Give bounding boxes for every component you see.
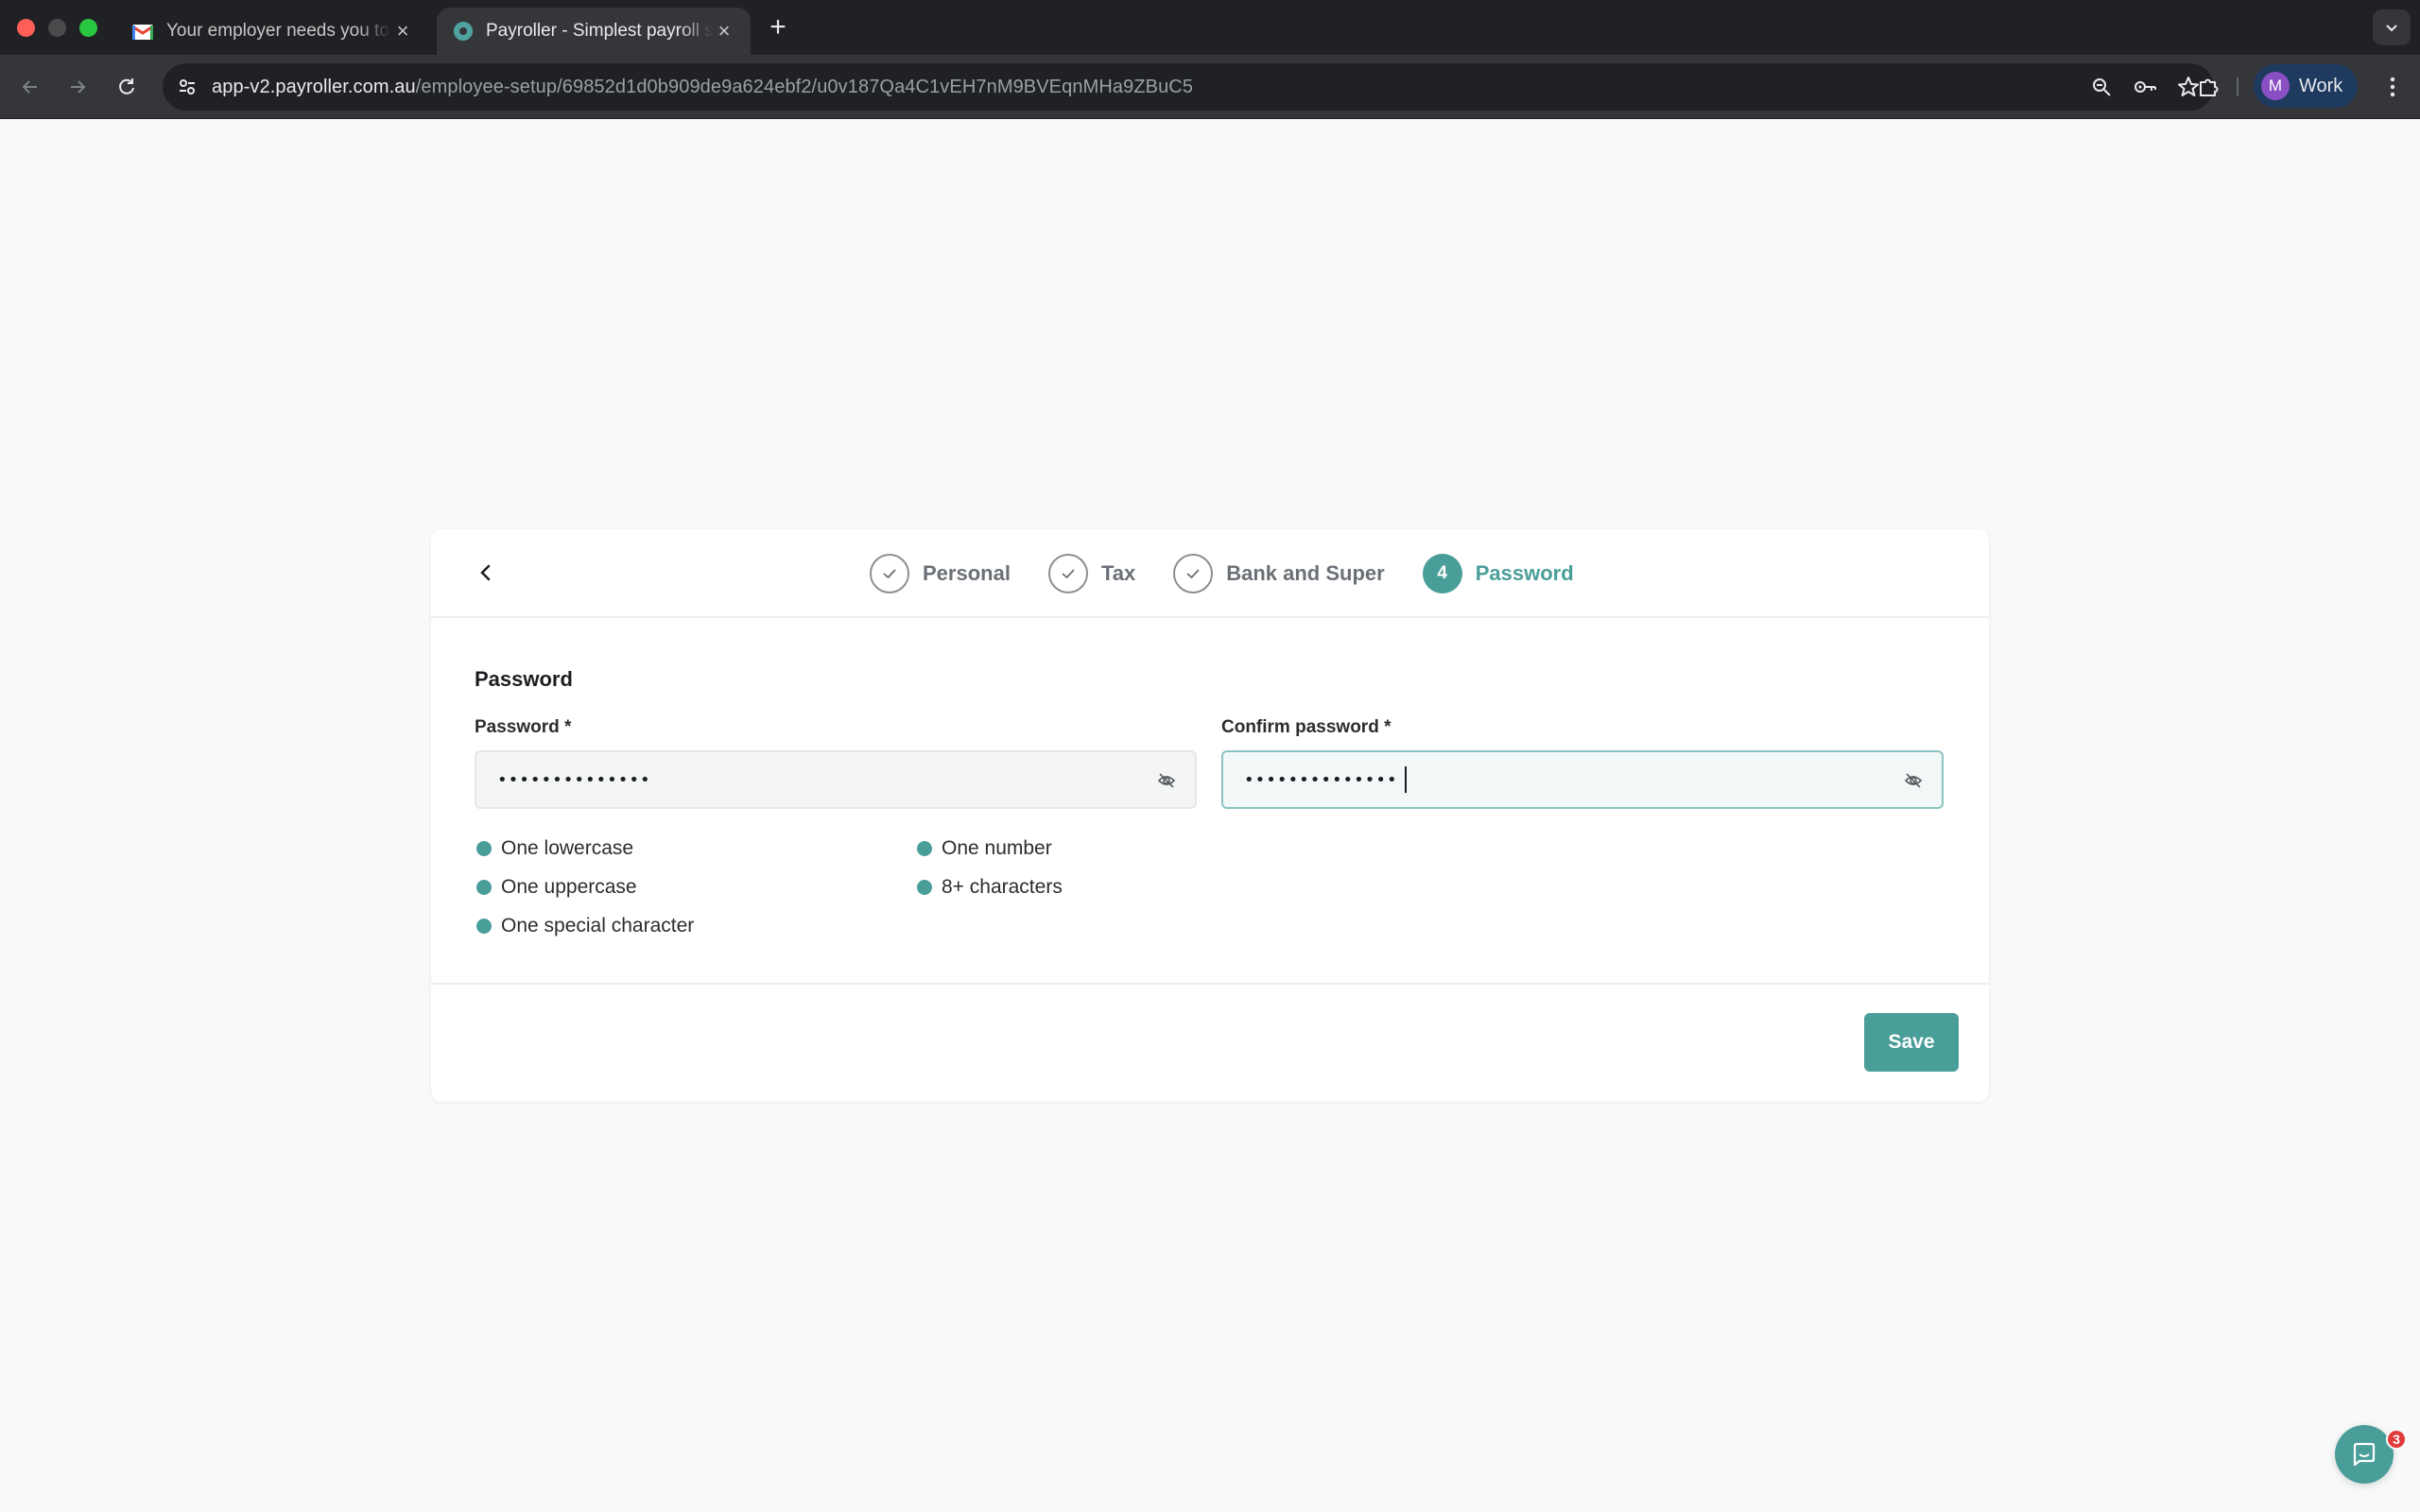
chevron-left-icon <box>480 564 491 581</box>
close-icon[interactable]: × <box>713 21 735 42</box>
step-number: 4 <box>1422 554 1462 593</box>
section-title: Password <box>475 667 573 691</box>
step-personal[interactable]: Personal <box>870 554 1011 593</box>
requirement-label: One special character <box>501 915 695 936</box>
check-icon <box>1173 554 1214 593</box>
requirement-label: 8+ characters <box>942 876 1063 898</box>
chevron-down-icon <box>2386 25 2397 32</box>
check-icon <box>870 554 909 593</box>
back-step-button[interactable] <box>469 556 503 590</box>
browser-toolbar: app-v2.payroller.com.au/employee-setup/6… <box>0 55 2420 119</box>
browser-tab-gmail[interactable]: Your employer needs you to fill × <box>115 8 429 55</box>
more-vertical-icon <box>2390 77 2395 97</box>
reload-icon <box>119 78 134 94</box>
gmail-icon <box>132 25 153 40</box>
confirm-password-input[interactable] <box>1244 769 1407 790</box>
profile-name: Work <box>2299 75 2343 96</box>
puzzle-icon <box>2200 78 2219 96</box>
save-button[interactable]: Save <box>1864 1013 1959 1072</box>
requirement-label: One lowercase <box>501 837 634 859</box>
reload-button[interactable] <box>108 68 146 106</box>
tab-search-button[interactable] <box>2373 9 2411 45</box>
url-text: app-v2.payroller.com.au/employee-setup/6… <box>212 77 1193 98</box>
unread-badge: 3 <box>2386 1429 2407 1450</box>
profile-button[interactable]: M Work <box>2254 64 2358 108</box>
browser-menu-button[interactable] <box>2378 68 2407 106</box>
browser-tab-strip: Your employer needs you to fill × Payrol… <box>0 0 2420 55</box>
forward-button[interactable] <box>59 68 96 106</box>
step-password[interactable]: 4 Password <box>1422 554 1574 593</box>
step-label: Password <box>1475 561 1574 585</box>
new-tab-button[interactable]: + <box>764 13 792 42</box>
footer-divider <box>431 983 1989 985</box>
status-dot <box>476 841 492 856</box>
eye-off-icon[interactable] <box>1902 769 1925 792</box>
confirm-password-field[interactable] <box>1221 750 1944 809</box>
text-cursor <box>1405 766 1407 793</box>
step-label: Tax <box>1100 561 1136 585</box>
chat-icon <box>2353 1442 2376 1467</box>
requirement-uppercase: One uppercase <box>476 876 637 899</box>
browser-tab-payroller[interactable]: Payroller - Simplest payroll software × <box>437 8 751 55</box>
requirement-special-character: One special character <box>476 915 694 937</box>
close-icon[interactable]: × <box>391 21 414 42</box>
status-dot <box>476 919 492 934</box>
url-path: /employee-setup/69852d1d0b909de9a624ebf2… <box>415 76 1194 97</box>
chat-launcher-button[interactable] <box>2335 1425 2394 1484</box>
password-field[interactable] <box>475 750 1197 809</box>
employee-setup-card: Personal Tax Bank and Super 4 Password P… <box>431 529 1989 1102</box>
step-label: Bank and Super <box>1226 561 1385 585</box>
step-bank-and-super[interactable]: Bank and Super <box>1173 554 1385 593</box>
requirement-label: One uppercase <box>501 876 637 898</box>
site-info-icon[interactable] <box>166 66 208 108</box>
window-minimize-button[interactable] <box>48 19 66 37</box>
arrow-right-icon <box>71 80 86 94</box>
tab-title: Payroller - Simplest payroll software <box>486 21 713 41</box>
status-dot <box>476 880 492 895</box>
url-host: app-v2.payroller.com.au <box>212 76 416 97</box>
tab-title: Your employer needs you to fill <box>166 21 391 41</box>
zoom-icon[interactable] <box>2089 75 2114 99</box>
extensions-button[interactable] <box>2189 68 2227 106</box>
password-input[interactable] <box>497 769 1102 790</box>
step-tax[interactable]: Tax <box>1047 554 1136 593</box>
payroller-icon <box>454 22 473 41</box>
window-close-button[interactable] <box>17 19 35 37</box>
back-button[interactable] <box>11 68 49 106</box>
avatar: M <box>2261 72 2290 100</box>
confirm-password-label: Confirm password * <box>1221 717 1392 737</box>
toolbar-divider <box>2237 77 2238 96</box>
card-header: Personal Tax Bank and Super 4 Password <box>431 529 1989 618</box>
setup-stepper: Personal Tax Bank and Super 4 Password <box>870 554 1612 593</box>
requirement-number: One number <box>917 837 1052 860</box>
requirement-label: One number <box>942 837 1052 859</box>
eye-off-icon[interactable] <box>1155 769 1178 792</box>
address-bar[interactable]: app-v2.payroller.com.au/employee-setup/6… <box>163 63 2214 111</box>
step-label: Personal <box>923 561 1011 585</box>
password-label: Password * <box>475 717 572 737</box>
check-icon <box>1047 554 1088 593</box>
window-maximize-button[interactable] <box>79 19 97 37</box>
status-dot <box>917 880 932 895</box>
requirement-lowercase: One lowercase <box>476 837 633 860</box>
password-key-icon[interactable] <box>2133 75 2157 99</box>
arrow-left-icon <box>22 80 37 94</box>
requirement-length: 8+ characters <box>917 876 1063 899</box>
status-dot <box>917 841 932 856</box>
